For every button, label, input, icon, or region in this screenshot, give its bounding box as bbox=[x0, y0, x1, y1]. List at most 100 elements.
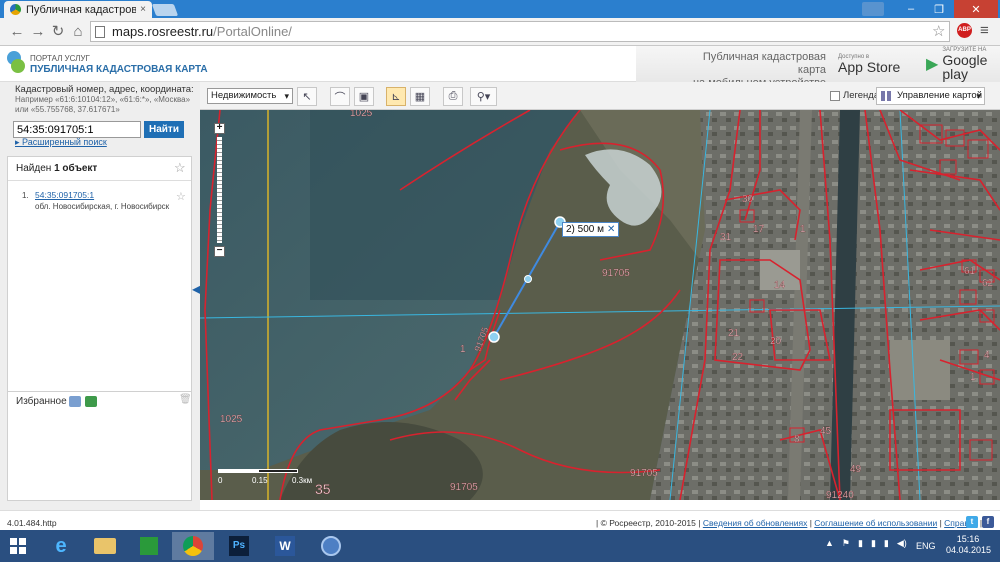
link-tool-icon[interactable]: ⚲▾ bbox=[470, 87, 497, 106]
updates-link[interactable]: Сведения об обновлениях bbox=[703, 518, 807, 528]
distance-label: 2) 500 м ✕ bbox=[562, 222, 620, 237]
map-info-icon[interactable]: ▣ bbox=[354, 87, 374, 106]
photoshop-app-icon[interactable]: Ps bbox=[218, 532, 260, 560]
search-hint-text: Кадастровый номер, адрес, координата: bbox=[15, 84, 194, 95]
print-icon[interactable]: ⎙ bbox=[443, 87, 463, 106]
search-input[interactable] bbox=[13, 121, 141, 138]
favorites-open-icon[interactable] bbox=[69, 396, 81, 407]
close-window-button[interactable]: ✕ bbox=[954, 0, 998, 18]
volume-icon[interactable]: ◀) bbox=[897, 538, 907, 549]
start-button[interactable] bbox=[0, 532, 36, 560]
legend-checkbox[interactable] bbox=[830, 91, 840, 101]
clock-date: 04.04.2015 bbox=[946, 545, 992, 555]
zoom-in-button[interactable]: + bbox=[214, 123, 225, 134]
clock[interactable]: 15:16 04.04.2015 bbox=[946, 534, 992, 556]
site-title[interactable]: ПУБЛИЧНАЯ КАДАСТРОВАЯ КАРТА bbox=[30, 64, 208, 75]
identify-cursor-icon[interactable]: ↖ bbox=[297, 87, 317, 106]
parcel-label: 1025 bbox=[220, 414, 243, 425]
found-prefix: Найден bbox=[16, 163, 52, 174]
favorite-all-star-icon[interactable]: ☆ bbox=[174, 160, 186, 176]
minimize-button[interactable]: ‒ bbox=[898, 0, 924, 18]
trash-icon[interactable]: 🗑 bbox=[179, 394, 192, 405]
maximize-button[interactable]: ❐ bbox=[926, 0, 952, 18]
map-toolbar: Недвижимость ↖ ⌒ ▣ ⊾ ▦ ⎙ ⚲▾ Легенда Упра… bbox=[200, 82, 1000, 110]
url-host: maps.rosreestr.ru bbox=[112, 24, 214, 39]
tab-title: Публичная кадастровая к bbox=[26, 3, 137, 16]
layer-select[interactable]: Недвижимость bbox=[207, 88, 293, 104]
measure-distance-icon[interactable]: ⊾ bbox=[386, 87, 406, 106]
parcel-label: 1 bbox=[460, 344, 466, 355]
reload-icon[interactable]: ↻ bbox=[49, 24, 67, 40]
parcel-label: 1025 bbox=[350, 110, 373, 119]
explorer-app-icon[interactable] bbox=[84, 532, 126, 560]
browser-title-bar: Публичная кадастровая к × ‒ ❐ ✕ bbox=[0, 0, 1000, 18]
tray-app-icon[interactable]: ▮ bbox=[858, 538, 863, 549]
bookmark-star-icon[interactable]: ☆ bbox=[932, 22, 945, 40]
favorites-label: Избранное bbox=[16, 396, 67, 407]
home-icon[interactable]: ⌂ bbox=[69, 24, 87, 40]
forward-arrow-icon[interactable]: → bbox=[29, 24, 47, 40]
battery-icon[interactable]: ▮ bbox=[871, 538, 876, 549]
parcel-label: 35 bbox=[315, 481, 331, 497]
word-app-icon[interactable]: W bbox=[264, 532, 306, 560]
map-control-icon bbox=[881, 91, 892, 101]
windows-logo-icon bbox=[10, 538, 26, 554]
google-play-badge[interactable]: ▶ ЗАГРУЗИТЕ НА Google play bbox=[926, 47, 1000, 81]
browser-tab[interactable]: Публичная кадастровая к × bbox=[4, 1, 152, 18]
flag-icon[interactable]: ⚑ bbox=[842, 538, 850, 549]
map-canvas[interactable]: 1025 91705 91705 91705 1025 35 91240 30 … bbox=[200, 110, 1000, 500]
parcel-label: 22 bbox=[732, 352, 744, 363]
appstore-big-text: App Store bbox=[838, 59, 901, 75]
user-profile-icon[interactable] bbox=[862, 2, 884, 16]
find-button[interactable]: Найти bbox=[144, 121, 184, 138]
back-arrow-icon[interactable]: ← bbox=[8, 24, 26, 40]
parcel-label: 62 bbox=[982, 278, 994, 289]
measure-point-start[interactable] bbox=[488, 331, 500, 343]
bookmark-map-icon[interactable]: ▦ bbox=[410, 87, 430, 106]
parcel-label: 91705 bbox=[450, 482, 478, 493]
new-tab-button[interactable] bbox=[151, 4, 179, 16]
network-icon[interactable]: ▮ bbox=[884, 538, 889, 549]
remove-measure-icon[interactable]: ✕ bbox=[607, 224, 615, 235]
media-app-icon[interactable] bbox=[310, 532, 352, 560]
scale-label: 0 bbox=[218, 476, 223, 485]
result-item[interactable]: 1. 54:35:091705:1 обл. Новосибирская, г.… bbox=[8, 189, 191, 217]
zoom-out-button[interactable]: − bbox=[214, 246, 225, 257]
map-control-label: Управление картой bbox=[897, 90, 983, 101]
browser-menu-icon[interactable]: ≡ bbox=[980, 22, 989, 39]
portal-logo-icon[interactable] bbox=[7, 51, 25, 75]
adblock-icon[interactable]: ABP bbox=[957, 23, 972, 38]
measure-area-icon[interactable]: ⌒ bbox=[330, 87, 350, 106]
left-panel: Кадастровый номер, адрес, координата: На… bbox=[0, 82, 201, 510]
advanced-search-label: Расширенный поиск bbox=[22, 137, 107, 147]
tab-close-icon[interactable]: × bbox=[140, 4, 146, 15]
terms-link[interactable]: Соглашение об использовании bbox=[814, 518, 937, 528]
advanced-search-link[interactable]: ▸ Расширенный поиск bbox=[15, 137, 107, 148]
ie-app-icon[interactable]: e bbox=[40, 532, 82, 560]
satellite-map[interactable]: 1025 91705 91705 91705 1025 35 91240 30 … bbox=[200, 110, 1000, 500]
parcel-label: 49 bbox=[850, 464, 862, 475]
search-example-text: Например «61:6:10104:12», «61:6:*», «Мос… bbox=[15, 95, 191, 114]
copyright-text: | © Росреестр, 2010-2015 | bbox=[596, 518, 701, 528]
parcel-label: 14 bbox=[774, 280, 786, 291]
footer-separator: | bbox=[939, 518, 942, 528]
collapse-panel-icon[interactable]: ◀ bbox=[192, 282, 201, 302]
favorites-export-icon[interactable] bbox=[85, 396, 97, 407]
twitter-icon[interactable]: t bbox=[966, 516, 978, 528]
url-input[interactable]: maps.rosreestr.ru/PortalOnline/ bbox=[90, 21, 950, 42]
zoom-slider[interactable] bbox=[217, 137, 222, 243]
found-label: Найден 1 объект bbox=[16, 163, 97, 174]
app-store-badge[interactable]: Доступно в App Store bbox=[834, 50, 900, 78]
result-favorite-star-icon[interactable]: ☆ bbox=[176, 190, 186, 203]
play-icon: ▶ bbox=[926, 56, 939, 73]
chrome-app-icon[interactable] bbox=[172, 532, 214, 560]
store-app-icon[interactable] bbox=[128, 532, 170, 560]
parcel-label: 31 bbox=[720, 232, 732, 243]
facebook-icon[interactable]: f bbox=[982, 516, 994, 528]
parcel-label: 91240 bbox=[826, 490, 854, 500]
result-link[interactable]: 54:35:091705:1 bbox=[35, 190, 94, 200]
tray-up-arrow-icon[interactable]: ▲ bbox=[825, 538, 834, 549]
map-control-dropdown[interactable]: Управление картой bbox=[876, 87, 985, 105]
language-indicator[interactable]: ENG bbox=[916, 541, 936, 551]
measure-point-mid[interactable] bbox=[524, 275, 532, 283]
